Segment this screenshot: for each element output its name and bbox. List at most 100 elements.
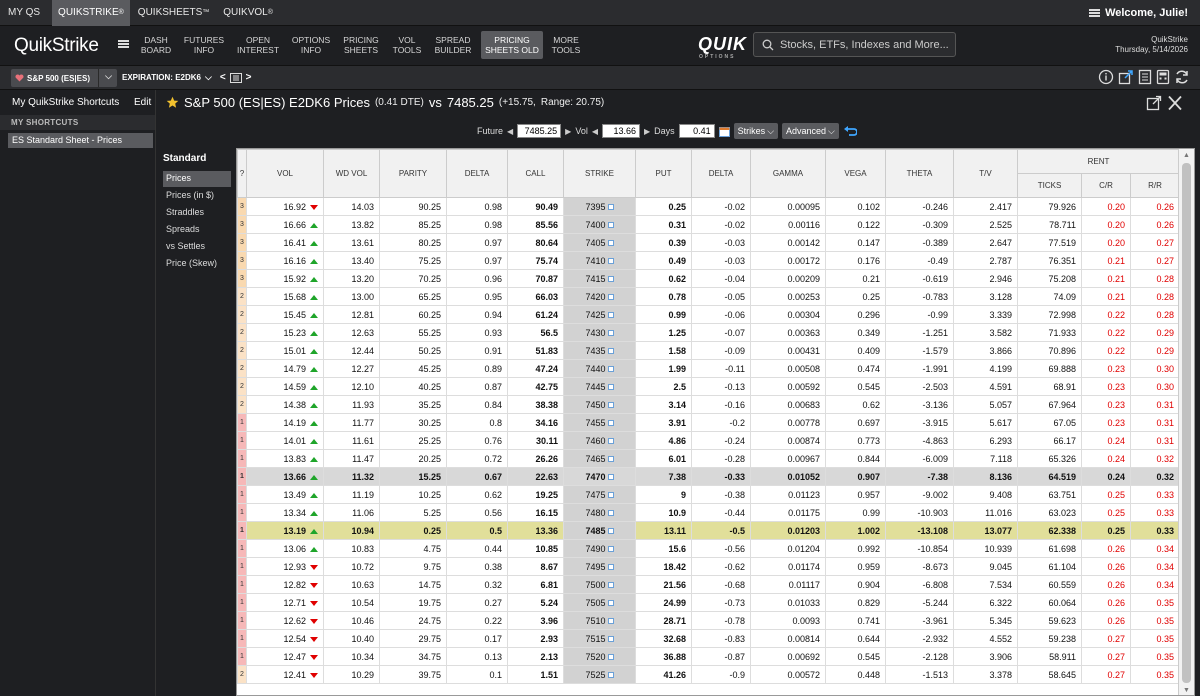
- strike-detail-icon[interactable]: [607, 618, 614, 625]
- table-row[interactable]: 2 14.79 12.27 45.25 0.89 47.24 7440 1.99 -0.11 0.…: [237, 359, 1180, 378]
- strike-detail-icon[interactable]: [607, 402, 614, 409]
- table-row[interactable]: 1 12.82 10.63 14.75 0.32 6.81 7500 21.56 -0.68 0.…: [237, 575, 1180, 594]
- table-row[interactable]: 2 14.59 12.10 40.25 0.87 42.75 7445 2.5 -0.13 0.0…: [237, 377, 1180, 396]
- strike-cell[interactable]: 7470: [563, 467, 636, 486]
- user-menu[interactable]: Welcome, Julie!: [1089, 7, 1188, 19]
- prev-expiration-icon[interactable]: <: [220, 72, 226, 83]
- future-decrement-icon[interactable]: ◀: [507, 127, 513, 136]
- table-row[interactable]: 1 12.62 10.46 24.75 0.22 3.96 7510 28.71 -0.78 0.…: [237, 611, 1180, 630]
- table-row[interactable]: 3 16.92 14.03 90.25 0.98 90.49 7395 0.25 -0.02 0.…: [237, 197, 1180, 216]
- topnav-my-qs[interactable]: MY QS: [2, 0, 46, 26]
- info-icon[interactable]: [1098, 69, 1114, 85]
- next-expiration-icon[interactable]: >: [246, 72, 252, 83]
- strike-detail-icon[interactable]: [607, 672, 614, 679]
- strike-cell[interactable]: 7475: [563, 485, 636, 504]
- table-row[interactable]: 1 12.71 10.54 19.75 0.27 5.24 7505 24.99 -0.73 0.…: [237, 593, 1180, 612]
- pricing-grid[interactable]: ? VOL WD VOL PARITY DELTA CALL STRIKE PU…: [236, 148, 1195, 696]
- strike-cell[interactable]: 7465: [563, 449, 636, 468]
- strike-detail-icon[interactable]: [607, 366, 614, 373]
- quikstrike-logo[interactable]: QuikStrike: [14, 35, 99, 57]
- undo-icon[interactable]: [843, 125, 857, 137]
- vol-increment-icon[interactable]: ▶: [644, 127, 650, 136]
- vertical-scrollbar[interactable]: ▲ ▼: [1178, 149, 1194, 695]
- strike-cell[interactable]: 7515: [563, 629, 636, 648]
- strike-detail-icon[interactable]: [607, 654, 614, 661]
- strike-cell[interactable]: 7430: [563, 323, 636, 342]
- table-row[interactable]: 1 12.47 10.34 34.75 0.13 2.13 7520 36.88 -0.87 0.…: [237, 647, 1180, 666]
- strike-cell[interactable]: 7400: [563, 215, 636, 234]
- strike-cell[interactable]: 7520: [563, 647, 636, 666]
- advanced-dropdown[interactable]: Advanced ⌵: [782, 123, 839, 139]
- topnav-quikstrike[interactable]: QUIKSTRIKE ®: [52, 0, 130, 26]
- table-row[interactable]: 2 14.38 11.93 35.25 0.84 38.38 7450 3.14 -0.16 0.…: [237, 395, 1180, 414]
- strike-detail-icon[interactable]: [607, 474, 614, 481]
- view-vs-settles[interactable]: vs Settles: [163, 239, 231, 255]
- strikes-dropdown[interactable]: Strikes ⌵: [733, 123, 779, 139]
- strike-detail-icon[interactable]: [607, 636, 614, 643]
- view-prices-dollars[interactable]: Prices (in $): [163, 188, 231, 204]
- table-row[interactable]: 1 14.01 11.61 25.25 0.76 30.11 7460 4.86 -0.24 0.…: [237, 431, 1180, 450]
- strike-cell[interactable]: 7450: [563, 395, 636, 414]
- strike-detail-icon[interactable]: [607, 528, 614, 535]
- nav-spread-builder[interactable]: SPREAD BUILDER: [428, 35, 478, 55]
- shortcut-es-standard-sheet[interactable]: ES Standard Sheet - Prices: [8, 133, 153, 148]
- strike-cell[interactable]: 7510: [563, 611, 636, 630]
- table-row[interactable]: 1 12.54 10.40 29.75 0.17 2.93 7515 32.68 -0.83 0.…: [237, 629, 1180, 648]
- strike-detail-icon[interactable]: [607, 546, 614, 553]
- menu-icon[interactable]: [118, 40, 129, 48]
- nav-options-info[interactable]: OPTIONS INFO: [286, 35, 336, 55]
- strike-detail-icon[interactable]: [607, 438, 614, 445]
- strike-detail-icon[interactable]: [607, 258, 614, 265]
- edit-shortcuts-link[interactable]: Edit: [134, 97, 151, 108]
- strike-cell[interactable]: 7405: [563, 233, 636, 252]
- table-row[interactable]: 3 16.41 13.61 80.25 0.97 80.64 7405 0.39 -0.03 0.…: [237, 233, 1180, 252]
- strike-cell[interactable]: 7525: [563, 665, 636, 684]
- strike-cell[interactable]: 7505: [563, 593, 636, 612]
- expiration-selector[interactable]: EXPIRATION: E2DK6 ⌵ < >: [122, 72, 252, 83]
- strike-cell[interactable]: 7500: [563, 575, 636, 594]
- strike-detail-icon[interactable]: [607, 204, 614, 211]
- strike-cell[interactable]: 7460: [563, 431, 636, 450]
- calculator-icon[interactable]: [1156, 69, 1170, 85]
- strike-cell[interactable]: 7445: [563, 377, 636, 396]
- scroll-down-icon[interactable]: ▼: [1183, 687, 1190, 694]
- topnav-quiksheets[interactable]: QUIKSHEETS ™: [132, 0, 215, 26]
- table-row[interactable]: 1 12.93 10.72 9.75 0.38 8.67 7495 18.42 -0.62 0.0…: [237, 557, 1180, 576]
- strike-cell[interactable]: 7455: [563, 413, 636, 432]
- strike-detail-icon[interactable]: [607, 456, 614, 463]
- vol-decrement-icon[interactable]: ◀: [592, 127, 598, 136]
- strike-cell[interactable]: 7425: [563, 305, 636, 324]
- future-input[interactable]: 7485.25: [517, 124, 562, 138]
- view-spreads[interactable]: Spreads: [163, 222, 231, 238]
- strike-detail-icon[interactable]: [607, 240, 614, 247]
- table-row[interactable]: 3 16.16 13.40 75.25 0.97 75.74 7410 0.49 -0.03 0.…: [237, 251, 1180, 270]
- view-price-skew[interactable]: Price (Skew): [163, 256, 231, 272]
- strike-detail-icon[interactable]: [607, 510, 614, 517]
- nav-pricing-sheets[interactable]: PRICING SHEETS: [336, 35, 386, 55]
- table-row[interactable]: 1 13.06 10.83 4.75 0.44 10.85 7490 15.6 -0.56 0.0…: [237, 539, 1180, 558]
- table-row[interactable]: 3 16.66 13.82 85.25 0.98 85.56 7400 0.31 -0.02 0.…: [237, 215, 1180, 234]
- scroll-up-icon[interactable]: ▲: [1183, 152, 1190, 159]
- view-prices[interactable]: Prices: [163, 171, 231, 187]
- refresh-icon[interactable]: [1174, 69, 1190, 85]
- strike-detail-icon[interactable]: [607, 330, 614, 337]
- view-straddles[interactable]: Straddles: [163, 205, 231, 221]
- strike-cell[interactable]: 7495: [563, 557, 636, 576]
- strike-cell[interactable]: 7415: [563, 269, 636, 288]
- strike-cell[interactable]: 7480: [563, 503, 636, 522]
- strike-detail-icon[interactable]: [607, 312, 614, 319]
- strike-cell[interactable]: 7440: [563, 359, 636, 378]
- table-row[interactable]: 2 15.23 12.63 55.25 0.93 56.5 7430 1.25 -0.07 0.0…: [237, 323, 1180, 342]
- strike-detail-icon[interactable]: [607, 600, 614, 607]
- table-row[interactable]: 1 13.83 11.47 20.25 0.72 26.26 7465 6.01 -0.28 0.…: [237, 449, 1180, 468]
- strike-cell[interactable]: 7490: [563, 539, 636, 558]
- product-selector[interactable]: S&P 500 (ES|ES) ⌵: [11, 69, 117, 87]
- strike-cell[interactable]: 7420: [563, 287, 636, 306]
- nav-futures-info[interactable]: FUTURES INFO: [179, 35, 229, 55]
- calendar-icon[interactable]: [718, 126, 730, 137]
- strike-cell[interactable]: 7395: [563, 197, 636, 216]
- scrollbar-thumb[interactable]: [1182, 163, 1191, 683]
- table-row[interactable]: 2 12.41 10.29 39.75 0.1 1.51 7525 41.26 -0.9 0.00…: [237, 665, 1180, 684]
- table-row[interactable]: 1 13.49 11.19 10.25 0.62 19.25 7475 9 -0.38 0.011…: [237, 485, 1180, 504]
- table-row[interactable]: 2 15.01 12.44 50.25 0.91 51.83 7435 1.58 -0.09 0.…: [237, 341, 1180, 360]
